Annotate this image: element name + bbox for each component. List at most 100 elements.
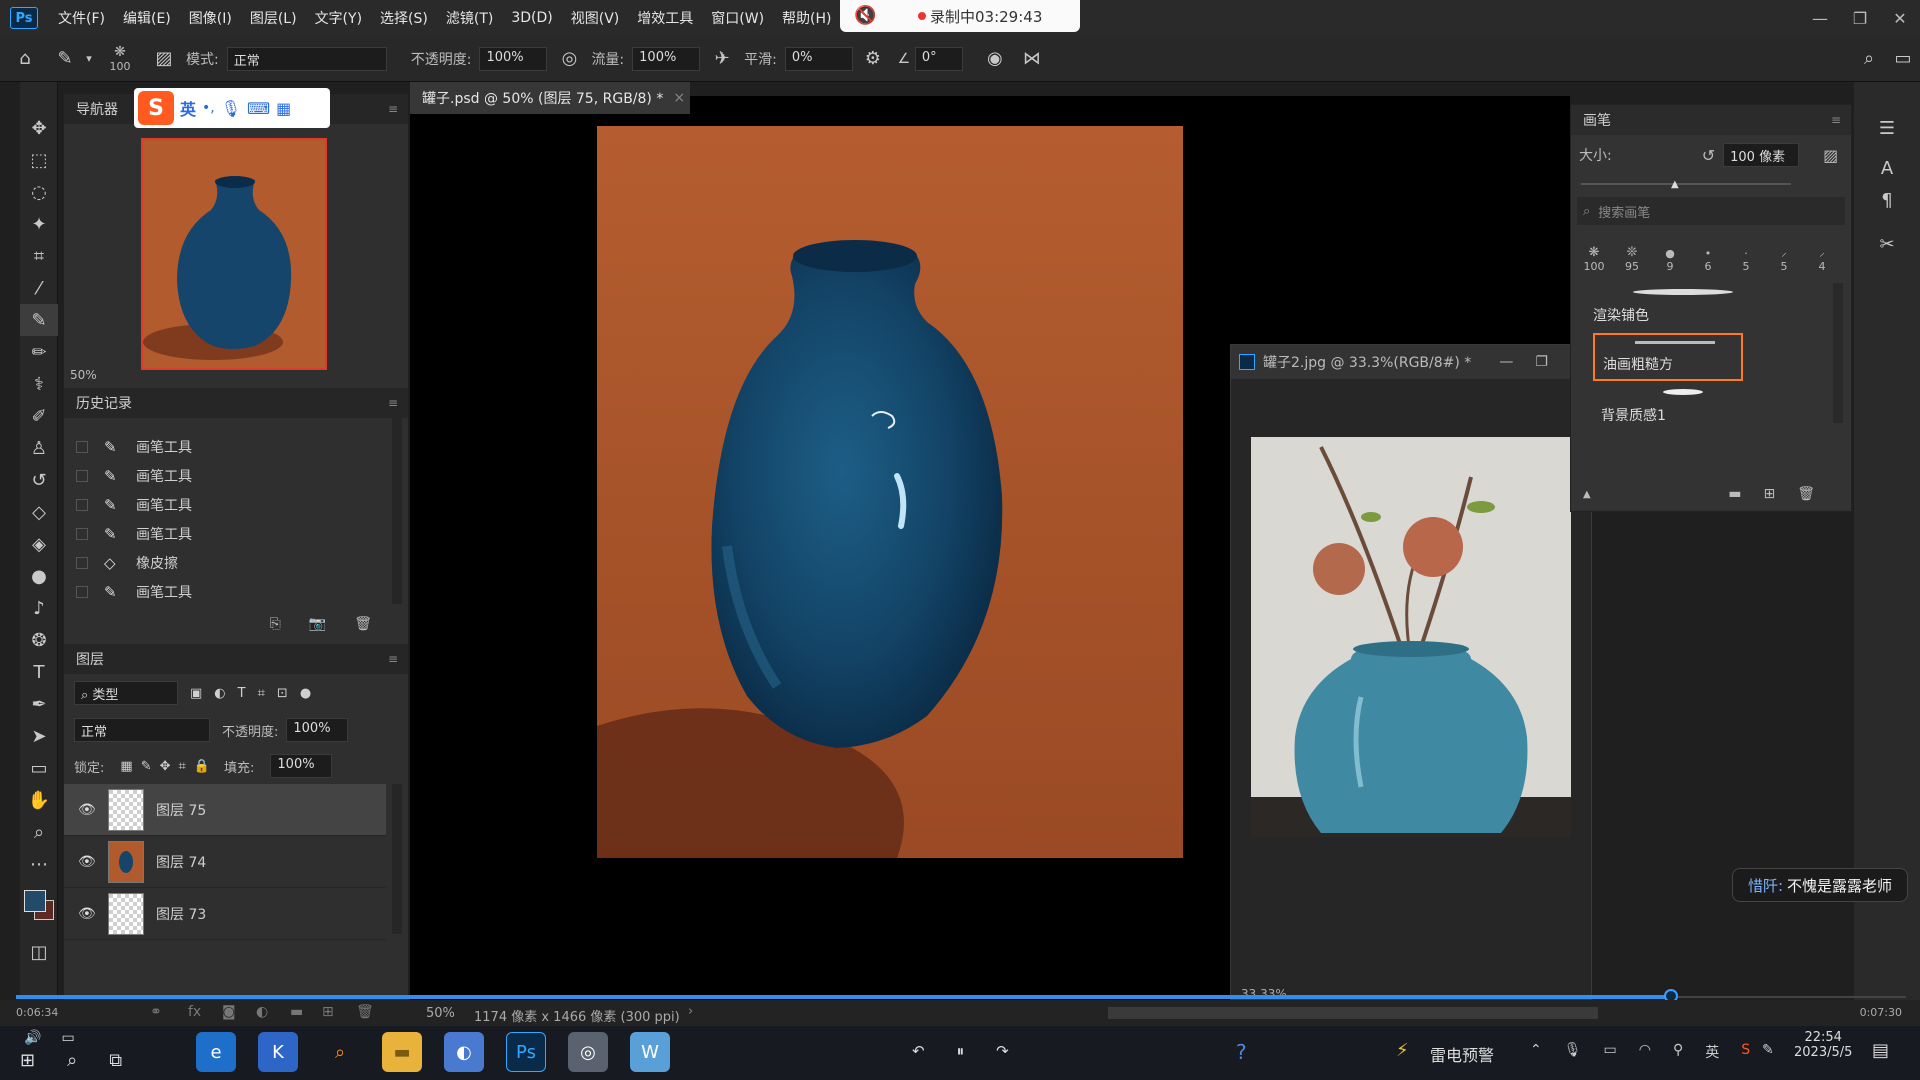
grid-menu-icon[interactable]: ▦	[276, 99, 291, 118]
close-icon[interactable]: ✕	[1880, 9, 1920, 28]
lock-artboard-icon[interactable]: ⌗	[179, 759, 186, 774]
mixer-brush-icon[interactable]: ✐	[20, 400, 58, 432]
layer-name[interactable]: 图层 74	[156, 852, 206, 872]
pen-icon[interactable]: ✎	[1762, 1042, 1774, 1058]
brush-tool-icon[interactable]: ✎	[20, 304, 58, 336]
zoom-tool-icon[interactable]: ⌕	[20, 816, 58, 848]
navigator-zoom[interactable]: 50%	[70, 368, 97, 382]
brush-preset[interactable]: ● 9	[1651, 247, 1689, 273]
preview-size-slider[interactable]: ▲	[1583, 489, 1591, 500]
fx-icon[interactable]: fx	[188, 1004, 201, 1020]
menu-view[interactable]: 视图(V)	[571, 8, 620, 28]
history-checkbox[interactable]	[76, 585, 88, 598]
rectangle-tool-icon[interactable]: ▭	[20, 752, 58, 784]
brush-preset[interactable]: ⸝ 5	[1765, 245, 1803, 273]
microphone-icon[interactable]: 🎙	[221, 99, 241, 118]
symmetry-butterfly-icon[interactable]: ⋈	[1017, 48, 1047, 69]
workspace-icon[interactable]: ▭	[1886, 48, 1920, 69]
pause-icon[interactable]: ⏸	[957, 1042, 965, 1060]
chevron-down-icon[interactable]: ▾	[80, 52, 98, 65]
document-tab-title[interactable]: 罐子.psd @ 50% (图层 75, RGB/8) *	[422, 88, 663, 108]
layers-scrollbar[interactable]	[392, 784, 402, 934]
microphone-icon[interactable]: 🎙	[1564, 1042, 1582, 1062]
history-checkbox[interactable]	[76, 440, 88, 453]
brush-settings-icon[interactable]: ▨	[142, 48, 186, 69]
character-icon[interactable]: A	[1868, 152, 1906, 184]
feather-app-icon[interactable]: ◐	[444, 1032, 484, 1072]
brush-item[interactable]: 背景质感1	[1593, 383, 1743, 431]
eye-icon[interactable]: 👁	[78, 906, 98, 922]
lock-pixels-icon[interactable]: ✎	[141, 759, 152, 774]
ime-language-indicator[interactable]: 英	[1705, 1042, 1719, 1062]
blend-mode-select[interactable]: 正常	[74, 718, 210, 742]
layer-opacity-field[interactable]: 100%	[286, 718, 349, 742]
menu-plugins[interactable]: 增效工具	[637, 8, 693, 28]
help-app-icon[interactable]: ?	[1236, 1040, 1247, 1064]
brush-item-selected[interactable]: 油画粗糙方	[1593, 333, 1743, 381]
magic-wand-icon[interactable]: ✦	[20, 208, 58, 240]
new-brush-icon[interactable]: ⊞	[1763, 486, 1775, 502]
group-folder-icon[interactable]: ▬	[290, 1004, 303, 1020]
layer-filter-select[interactable]: ⌕ 类型	[74, 681, 178, 705]
brush-settings-icon[interactable]: ▨	[1823, 146, 1838, 165]
blur-tool-icon[interactable]: ●	[20, 560, 58, 592]
reset-icon[interactable]: ↺	[1702, 146, 1715, 165]
task-view-icon[interactable]: ⧉	[109, 1050, 122, 1071]
ime-punctuation[interactable]: •,	[202, 100, 215, 116]
panel-menu-icon[interactable]: ≡	[388, 396, 398, 410]
history-item[interactable]: ✎ 画笔工具	[64, 432, 384, 461]
wifi-icon[interactable]: ◠	[1639, 1042, 1651, 1062]
link-layers-icon[interactable]: ⚭	[150, 1004, 162, 1020]
panel-menu-icon[interactable]: ≡	[1831, 113, 1841, 127]
brush-preset-picker[interactable]: ❋ 100	[98, 44, 142, 73]
brush-preset[interactable]: ❊ 95	[1613, 245, 1651, 273]
menu-file[interactable]: 文件(F)	[58, 8, 105, 28]
history-item[interactable]: ✎ 画笔工具	[64, 490, 384, 519]
windows-start-icon[interactable]: ⊞	[20, 1050, 35, 1071]
history-item[interactable]: ✎ 画笔工具	[64, 519, 384, 548]
menu-filter[interactable]: 滤镜(T)	[446, 8, 493, 28]
eyedropper-icon[interactable]: ⁄	[20, 272, 58, 304]
path-select-icon[interactable]: ➤	[20, 720, 58, 752]
close-tab-icon[interactable]: ×	[673, 90, 685, 106]
type-tool-icon[interactable]: T	[20, 656, 58, 688]
new-folder-icon[interactable]: ▬	[1728, 486, 1741, 502]
horizontal-scrollbar[interactable]	[1108, 1007, 1598, 1019]
volume-icon[interactable]: 🔊	[24, 1030, 41, 1046]
notification-icon[interactable]: ▤	[1872, 1040, 1889, 1061]
pressure-size-icon[interactable]: ◉	[973, 48, 1017, 69]
fill-field[interactable]: 100%	[270, 754, 333, 778]
color-swatches[interactable]	[20, 880, 57, 936]
menu-layer[interactable]: 图层(L)	[250, 8, 297, 28]
minimize-icon[interactable]: —	[1499, 354, 1513, 370]
lock-transparency-icon[interactable]: ▦	[120, 759, 132, 774]
type-filter-icon[interactable]: T	[238, 686, 246, 701]
mute-speaker-icon[interactable]: 🔇	[854, 5, 884, 27]
eye-icon[interactable]: 👁	[78, 854, 98, 870]
crop-tool-icon[interactable]: ⌗	[20, 240, 58, 272]
adjustment-filter-icon[interactable]: ◐	[214, 686, 225, 701]
history-checkbox[interactable]	[76, 498, 88, 511]
status-zoom[interactable]: 50%	[426, 1006, 455, 1021]
reference-photo-titlebar[interactable]: 罐子2.jpg @ 33.3%(RGB/8#) * — ❐	[1231, 345, 1591, 379]
menu-3d[interactable]: 3D(D)	[511, 10, 552, 26]
trash-icon[interactable]: 🗑	[1797, 486, 1815, 502]
history-item[interactable]: ✎ 画笔工具	[64, 461, 384, 490]
menu-window[interactable]: 窗口(W)	[711, 8, 764, 28]
eye-icon[interactable]: 👁	[78, 802, 98, 818]
layer-row[interactable]: 👁 图层 75	[64, 784, 386, 836]
menu-select[interactable]: 选择(S)	[380, 8, 428, 28]
search-icon[interactable]: ⌕	[67, 1050, 77, 1071]
gear-icon[interactable]: ⚙	[853, 48, 893, 69]
navigator-preview[interactable]	[141, 138, 327, 370]
history-item[interactable]: ✎ 画笔工具	[64, 577, 384, 604]
maximize-icon[interactable]: ❐	[1535, 354, 1548, 370]
history-checkbox[interactable]	[76, 556, 88, 569]
paint-bucket-icon[interactable]: ◈	[20, 528, 58, 560]
more-tools-icon[interactable]: ⋯	[20, 848, 58, 880]
k-app-icon[interactable]: K	[258, 1032, 298, 1072]
recorder-app-icon[interactable]: ◎	[568, 1032, 608, 1072]
status-doc-info[interactable]: 1174 像素 x 1466 像素 (300 ppi)	[474, 1006, 680, 1025]
history-scrollbar[interactable]	[392, 418, 402, 604]
brush-tool-icon[interactable]: ✎	[50, 48, 80, 69]
